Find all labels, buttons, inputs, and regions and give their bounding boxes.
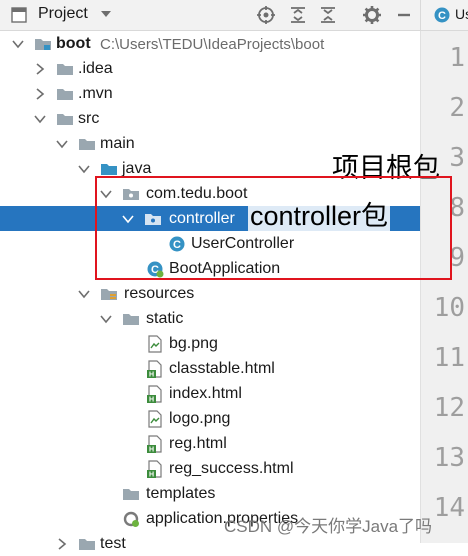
module-folder-icon: [35, 39, 51, 50]
svg-text:H: H: [149, 372, 154, 379]
folder-label: resources: [124, 285, 195, 302]
folder-label: main: [100, 135, 135, 152]
file-label: logo.png: [169, 410, 231, 427]
tree-row-file[interactable]: bg.png: [0, 331, 420, 356]
tree-row-static[interactable]: static: [0, 306, 420, 331]
root-module-path: C:\Users\TEDU\IdeaProjects\boot: [100, 36, 325, 53]
svg-text:H: H: [149, 397, 154, 404]
panel-title[interactable]: Project: [38, 5, 88, 23]
chevron-down-icon[interactable]: [34, 113, 46, 125]
project-icon: [11, 7, 27, 23]
chevron-down-icon[interactable]: [56, 138, 68, 150]
editor-tab[interactable]: C Us: [420, 0, 468, 31]
line-number: 1: [449, 43, 465, 73]
chevron-down-icon[interactable]: [78, 288, 90, 300]
folder-icon: [57, 89, 73, 100]
line-number: 12: [433, 393, 465, 423]
collapse-all-icon[interactable]: [318, 5, 338, 25]
svg-text:H: H: [149, 447, 154, 454]
properties-file-icon: [123, 511, 139, 527]
settings-icon[interactable]: [362, 5, 382, 25]
html-file-icon: H: [147, 435, 162, 454]
tree-row-file[interactable]: H classtable.html: [0, 356, 420, 381]
tree-row-src[interactable]: src: [0, 106, 420, 131]
image-file-icon: [148, 410, 162, 428]
folder-icon: [79, 539, 95, 550]
svg-text:C: C: [438, 10, 446, 22]
line-number: 10: [433, 293, 465, 323]
file-label: reg.html: [169, 435, 227, 452]
file-label: bg.png: [169, 335, 218, 352]
watermark: CSDN @今天你学Java了吗: [224, 517, 433, 536]
chevron-down-icon[interactable]: [12, 38, 24, 50]
root-module-label: boot: [56, 35, 91, 52]
chevron-down-icon[interactable]: [100, 8, 112, 20]
file-label: classtable.html: [169, 360, 275, 377]
line-number: 11: [433, 343, 465, 373]
resources-folder-icon: [101, 289, 117, 300]
line-number: 13: [433, 443, 465, 473]
locate-icon[interactable]: [256, 5, 276, 25]
tree-row-file[interactable]: H reg_success.html: [0, 456, 420, 481]
folder-icon: [57, 64, 73, 75]
controller-package-annotation: controller包: [248, 201, 391, 231]
expand-all-icon[interactable]: [288, 5, 308, 25]
folder-icon: [123, 489, 139, 500]
tree-row-resources[interactable]: resources: [0, 281, 420, 306]
folder-label: templates: [146, 485, 216, 502]
html-file-icon: H: [147, 360, 162, 379]
tree-row-mvn[interactable]: .mvn: [0, 81, 420, 106]
editor-tab-label: Us: [455, 6, 468, 22]
editor-line-gutter: 1 2 3 8 9 10 11 12 13 14: [420, 31, 468, 543]
tree-row-templates[interactable]: templates: [0, 481, 420, 506]
folder-label: src: [78, 110, 100, 127]
chevron-right-icon[interactable]: [34, 88, 46, 100]
chevron-down-icon[interactable]: [78, 163, 90, 175]
tree-row-file[interactable]: logo.png: [0, 406, 420, 431]
chevron-right-icon[interactable]: [34, 63, 46, 75]
html-file-icon: H: [147, 385, 162, 404]
java-class-icon: C: [434, 7, 450, 23]
tree-row-idea[interactable]: .idea: [0, 56, 420, 81]
file-label: reg_success.html: [169, 460, 294, 477]
chevron-down-icon[interactable]: [100, 313, 112, 325]
project-toolbar: Project: [0, 0, 420, 31]
file-label: index.html: [169, 385, 242, 402]
tree-row-file[interactable]: H index.html: [0, 381, 420, 406]
tree-row-file[interactable]: H reg.html: [0, 431, 420, 456]
folder-label: static: [146, 310, 184, 327]
folder-icon: [123, 314, 139, 325]
folder-label: .idea: [78, 60, 113, 77]
image-file-icon: [148, 335, 162, 353]
folder-label: test: [100, 535, 126, 552]
folder-label: .mvn: [78, 85, 113, 102]
folder-icon: [79, 139, 95, 150]
svg-text:H: H: [149, 472, 154, 479]
minimize-icon[interactable]: [394, 5, 414, 25]
line-number: 2: [449, 93, 465, 123]
folder-icon: [57, 114, 73, 125]
html-file-icon: H: [147, 460, 162, 479]
chevron-right-icon[interactable]: [56, 538, 68, 550]
tree-row-boot[interactable]: boot C:\Users\TEDU\IdeaProjects\boot: [0, 31, 420, 56]
